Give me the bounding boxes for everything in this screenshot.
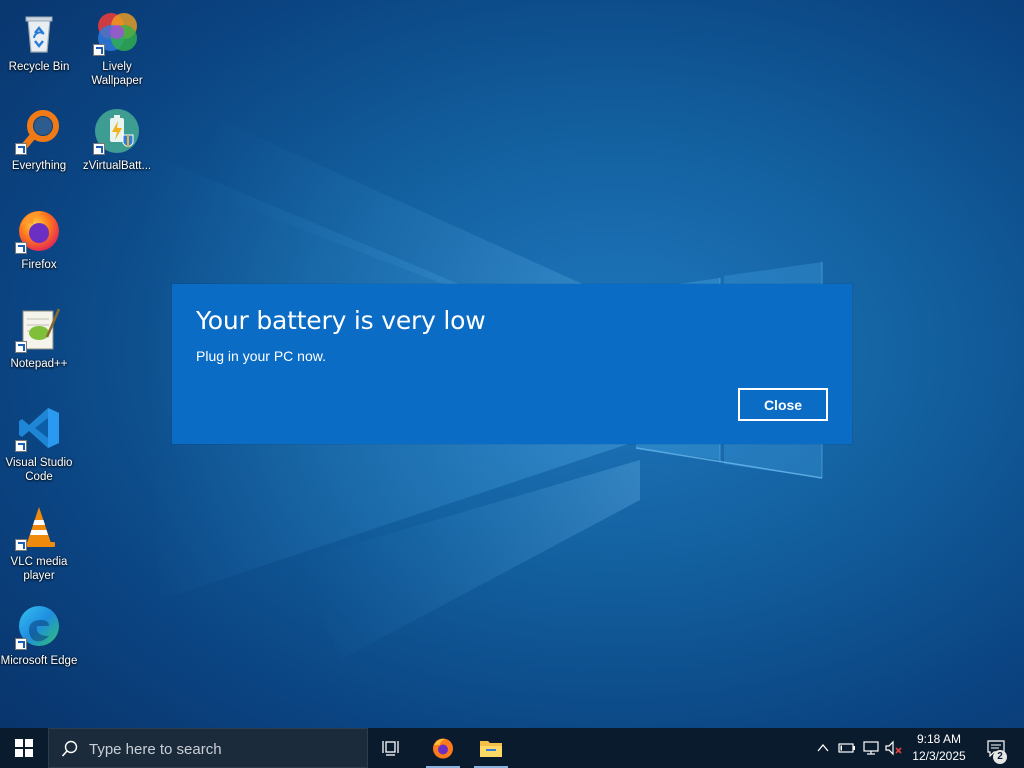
desktop-icon-label: Firefox bbox=[21, 259, 57, 271]
desktop-icon-notepad-plus-plus[interactable]: Notepad++ bbox=[0, 299, 78, 391]
notification-count-badge: 2 bbox=[993, 750, 1007, 764]
start-button[interactable] bbox=[0, 728, 48, 768]
shortcut-arrow-icon bbox=[15, 539, 27, 551]
desktop-icon-label: Recycle Bin bbox=[8, 61, 70, 73]
shortcut-arrow-icon bbox=[15, 341, 27, 353]
lively-wallpaper-icon bbox=[93, 8, 141, 56]
windows-logo-icon bbox=[15, 739, 33, 757]
task-view-icon bbox=[382, 741, 399, 756]
shortcut-arrow-icon bbox=[93, 143, 105, 155]
search-placeholder: Type here to search bbox=[89, 741, 222, 758]
desktop-icon-vlc-media-player[interactable]: VLC media player bbox=[0, 497, 78, 589]
desktop-icon-label: Visual Studio Code bbox=[5, 457, 73, 483]
taskbar-search-box[interactable]: Type here to search bbox=[48, 728, 368, 768]
network-icon[interactable] bbox=[862, 740, 880, 756]
chevron-up-icon[interactable] bbox=[816, 740, 830, 756]
taskbar-file-explorer-button[interactable] bbox=[470, 728, 512, 768]
shortcut-arrow-icon bbox=[15, 143, 27, 155]
battery-low-dialog: Your battery is very low Plug in your PC… bbox=[172, 284, 852, 444]
search-icon bbox=[61, 740, 78, 757]
desktop-icon-visual-studio-code[interactable]: Visual Studio Code bbox=[0, 398, 78, 490]
recycle-bin-icon bbox=[15, 8, 63, 56]
battery-icon[interactable] bbox=[838, 740, 856, 756]
desktop-icon-label: Microsoft Edge bbox=[0, 655, 78, 667]
desktop-icon-zvirtualbattery[interactable]: zVirtualBatt... bbox=[78, 101, 156, 193]
desktop-icon-microsoft-edge[interactable]: Microsoft Edge bbox=[0, 596, 78, 688]
clock-time[interactable]: 9:18 AM bbox=[906, 732, 972, 746]
desktop-icon-everything[interactable]: Everything bbox=[0, 101, 78, 193]
notepad-plus-plus-icon bbox=[15, 305, 63, 353]
desktop-icon-firefox[interactable]: Firefox bbox=[0, 200, 78, 292]
desktop-icon-label: zVirtualBatt... bbox=[82, 160, 152, 172]
firefox-icon bbox=[433, 738, 453, 759]
close-button[interactable]: Close bbox=[738, 388, 828, 421]
desktop-icon-label: Notepad++ bbox=[10, 358, 68, 370]
taskbar: Type here to search 9:18 AM 12/3/2025 2 bbox=[0, 728, 1024, 768]
file-explorer-icon bbox=[480, 741, 502, 757]
shortcut-arrow-icon bbox=[15, 242, 27, 254]
desktop-icon-label: VLC media player bbox=[10, 556, 68, 582]
vlc-cone-icon bbox=[15, 503, 63, 551]
task-view-button[interactable] bbox=[370, 728, 414, 768]
edge-icon bbox=[15, 602, 63, 650]
clock-date[interactable]: 12/3/2025 bbox=[906, 749, 972, 763]
desktop-icon-label: Lively Wallpaper bbox=[91, 61, 143, 87]
shortcut-arrow-icon bbox=[15, 638, 27, 650]
desktop-icon-label: Everything bbox=[11, 160, 67, 172]
volume-muted-icon[interactable] bbox=[884, 740, 904, 756]
dialog-message: Plug in your PC now. bbox=[196, 348, 326, 364]
battery-shield-icon bbox=[93, 107, 141, 155]
taskbar-firefox-button[interactable] bbox=[422, 728, 464, 768]
magnifier-icon bbox=[15, 107, 63, 155]
vscode-icon bbox=[15, 404, 63, 452]
shortcut-arrow-icon bbox=[15, 440, 27, 452]
firefox-icon bbox=[15, 206, 63, 254]
desktop: Recycle Bin Lively Wallpaper Everything … bbox=[0, 0, 1024, 728]
shortcut-arrow-icon bbox=[93, 44, 105, 56]
dialog-title: Your battery is very low bbox=[196, 306, 486, 335]
desktop-icon-lively-wallpaper[interactable]: Lively Wallpaper bbox=[78, 2, 156, 94]
desktop-icon-recycle-bin[interactable]: Recycle Bin bbox=[0, 2, 78, 94]
